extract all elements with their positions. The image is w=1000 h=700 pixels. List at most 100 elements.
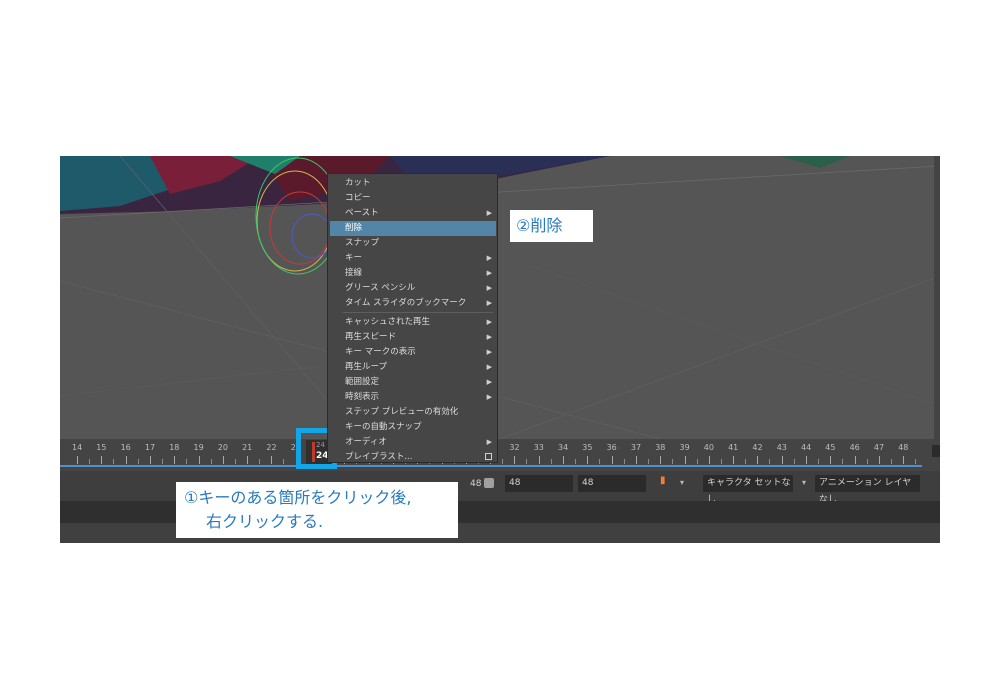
submenu-arrow-icon: ▶ (486, 209, 492, 217)
tick-minor (575, 459, 576, 464)
tick-mark (830, 456, 832, 464)
context-menu: カット コピー ペースト ▶ 削除 スナップ キー ▶ 接線 ▶ グリース ペンシル ▶ タイム スライ… (327, 173, 498, 463)
tick-label: 35 (582, 443, 593, 452)
anim-layer-dropdown[interactable]: アニメーション レイヤなし (815, 475, 920, 505)
tick-label: 33 (533, 443, 544, 452)
menu-item[interactable]: 接線 ▶ (330, 266, 496, 281)
tick-mark (101, 456, 103, 464)
menu-item[interactable]: ペースト ▶ (330, 206, 496, 221)
tick-minor (210, 459, 212, 464)
menu-item[interactable]: ステップ プレビューの有効化 (330, 405, 496, 420)
menu-item-label: タイム スライダのブックマーク (345, 298, 467, 308)
tick-mark (174, 456, 176, 464)
menu-item-label: 時刻表示 (345, 392, 380, 402)
menu-item[interactable]: オーディオ ▶ (330, 435, 496, 450)
range-toggle-icon[interactable] (484, 478, 494, 488)
tick-label: 15 (96, 443, 107, 452)
submenu-arrow-icon: ▶ (486, 269, 492, 277)
menu-item[interactable]: キーの自動スナップ (330, 420, 496, 435)
character-set-dropdown[interactable]: キャラクタ セットなし (703, 475, 793, 505)
tick-minor (89, 459, 90, 464)
tick-label: 39 (679, 443, 690, 452)
tick-label: 36 (606, 443, 617, 452)
tick-minor (259, 459, 261, 464)
submenu-arrow-icon: ▶ (486, 438, 492, 446)
menu-item-label: プレイブラスト... (345, 452, 413, 462)
submenu-arrow-icon: ▶ (486, 333, 492, 341)
tick-mark (635, 456, 637, 464)
tick-label: 14 (72, 443, 83, 452)
menu-item[interactable]: 削除 (330, 221, 496, 236)
option-box-icon[interactable] (485, 453, 492, 460)
menu-item-label: 範囲設定 (345, 377, 380, 387)
tick-mark (587, 456, 589, 464)
chevron-down-icon[interactable]: ▾ (802, 478, 806, 487)
time-slider-end-cap (932, 445, 940, 457)
tick-label: 43 (776, 443, 787, 452)
tick-mark (198, 456, 200, 464)
menu-item[interactable]: コピー (330, 191, 496, 206)
tick-minor (599, 459, 601, 464)
time-slider[interactable]: 1415161718192021222325262728293031323334… (60, 439, 940, 471)
tick-label: 18 (169, 443, 180, 452)
tick-minor (186, 459, 188, 464)
tick-minor (550, 459, 552, 464)
animation-end-field[interactable]: 48 (505, 475, 573, 492)
menu-item[interactable]: 再生スピード ▶ (330, 330, 496, 345)
submenu-arrow-icon: ▶ (486, 299, 492, 307)
time-slider-track (60, 465, 922, 467)
tick-label: 41 (728, 443, 739, 452)
menu-item[interactable]: プレイブラスト... (330, 450, 496, 465)
tick-mark (125, 456, 127, 464)
menu-item-label: キー マークの表示 (345, 347, 416, 357)
menu-item-label: 再生ループ (345, 362, 387, 372)
callout-step1-line1: ①キーのある箇所をクリック後, (184, 488, 412, 507)
menu-item[interactable]: カット (330, 176, 496, 191)
tick-label: 42 (752, 443, 763, 452)
tick-mark (781, 456, 783, 464)
tick-minor (672, 459, 674, 464)
tick-minor (745, 459, 747, 464)
menu-item[interactable]: タイム スライダのブックマーク ▶ (330, 296, 496, 311)
tick-mark (538, 456, 540, 464)
menu-item[interactable]: 範囲設定 ▶ (330, 375, 496, 390)
menu-item-label: コピー (345, 193, 371, 203)
tick-label: 46 (849, 443, 860, 452)
menu-item[interactable]: キャッシュされた再生 ▶ (330, 315, 496, 330)
callout-step1: ①キーのある箇所をクリック後, 右クリックする. (176, 482, 458, 538)
tick-mark (806, 456, 807, 464)
menu-item[interactable]: スナップ (330, 236, 496, 251)
menu-item-label: ステップ プレビューの有効化 (345, 407, 459, 417)
tick-label: 22 (266, 443, 277, 452)
tick-minor (283, 459, 285, 464)
tick-label: 32 (509, 443, 520, 452)
tick-label: 21 (242, 443, 253, 452)
tick-mark (611, 456, 613, 464)
tick-minor (502, 459, 504, 464)
submenu-arrow-icon: ▶ (486, 348, 492, 356)
tick-minor (720, 459, 722, 464)
tick-minor (161, 459, 163, 464)
menu-item-label: キーの自動スナップ (345, 422, 422, 432)
menu-item[interactable]: 時刻表示 ▶ (330, 390, 496, 405)
tick-minor (793, 459, 795, 464)
submenu-arrow-icon: ▶ (486, 393, 492, 401)
menu-item[interactable]: グリース ペンシル ▶ (330, 281, 496, 296)
playback-end-field[interactable]: 48 (578, 475, 646, 492)
menu-item[interactable]: キー マークの表示 ▶ (330, 345, 496, 360)
menu-separator (343, 312, 493, 313)
viewport-3d[interactable] (60, 156, 940, 439)
menu-item[interactable]: 再生ループ ▶ (330, 360, 496, 375)
tick-mark (271, 456, 273, 464)
tick-mark (878, 456, 880, 464)
tick-minor (137, 459, 139, 464)
submenu-arrow-icon: ▶ (486, 378, 492, 386)
menu-item[interactable]: キー ▶ (330, 251, 496, 266)
submenu-arrow-icon: ▶ (486, 254, 492, 262)
viewport-scrollbar[interactable] (934, 156, 940, 439)
menu-item-label: オーディオ (345, 437, 387, 447)
chevron-down-icon[interactable]: ▾ (680, 478, 684, 487)
bookmark-icon[interactable]: ▮ (660, 475, 666, 486)
tick-label: 19 (193, 443, 204, 452)
tick-label: 17 (144, 443, 156, 452)
